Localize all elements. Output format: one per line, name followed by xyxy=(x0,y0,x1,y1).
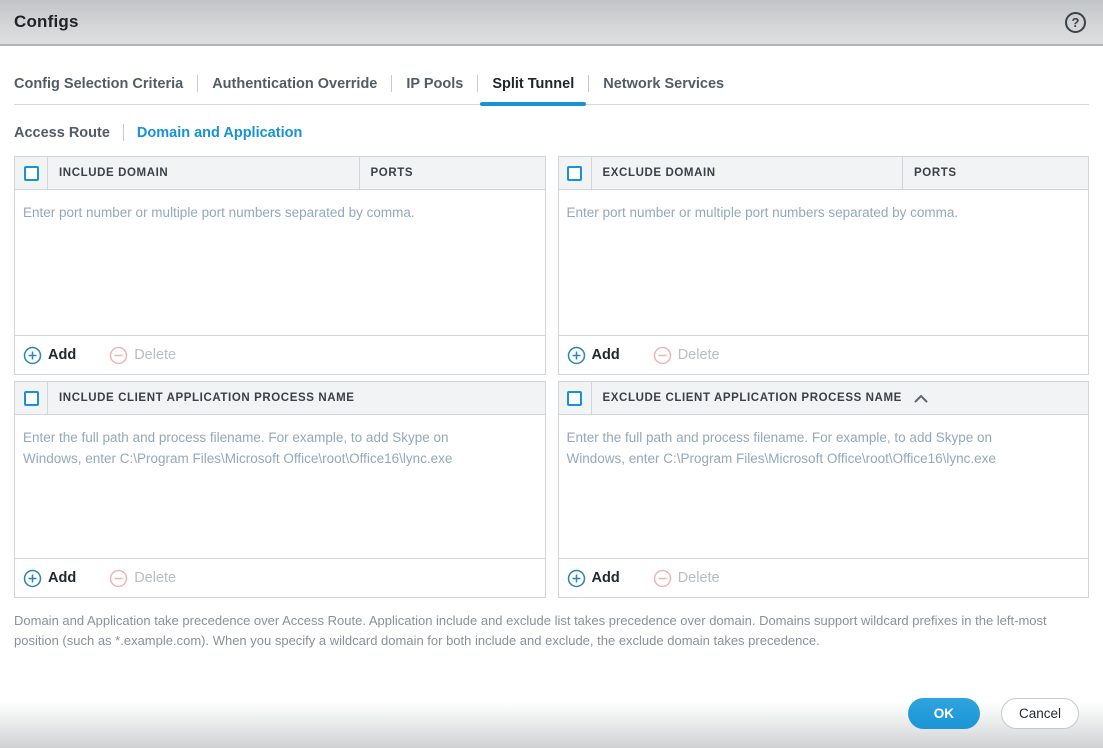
checkbox-cell xyxy=(559,382,592,414)
minus-circle-icon xyxy=(653,569,672,588)
select-all-checkbox[interactable] xyxy=(567,165,582,181)
minus-circle-icon xyxy=(109,569,128,588)
include-domain-table-body: Enter port number or multiple port numbe… xyxy=(15,190,545,335)
configs-dialog: Configs ? Config Selection Criteria Auth… xyxy=(0,0,1103,748)
dialog-titlebar: Configs ? xyxy=(0,0,1103,46)
plus-circle-icon xyxy=(567,346,586,365)
dialog-content: Config Selection Criteria Authentication… xyxy=(0,75,1103,651)
select-all-checkbox[interactable] xyxy=(567,390,582,406)
exclude-client-app-header: EXCLUDE CLIENT APPLICATION PROCESS NAME xyxy=(558,382,1089,415)
column-header-include-domain: INCLUDE DOMAIN xyxy=(59,167,169,179)
table-placeholder: Enter port number or multiple port numbe… xyxy=(23,205,415,220)
include-domain-panel: INCLUDE DOMAIN PORTS Enter port number o… xyxy=(14,156,546,375)
subtab-bar: Access Route Domain and Application xyxy=(14,124,1089,141)
dialog-title: Configs xyxy=(14,12,79,31)
delete-button-label: Delete xyxy=(677,347,720,363)
delete-button[interactable]: Delete xyxy=(109,569,176,588)
delete-button[interactable]: Delete xyxy=(653,346,720,365)
help-icon[interactable]: ? xyxy=(1065,11,1086,33)
add-button-label: Add xyxy=(591,570,620,586)
column-header-ports: PORTS xyxy=(358,157,545,189)
table-placeholder: Enter port number or multiple port numbe… xyxy=(566,205,959,220)
minus-circle-icon xyxy=(109,346,128,365)
add-button-label: Add xyxy=(591,347,620,363)
checkbox-cell xyxy=(15,382,48,414)
table-placeholder: Enter the full path and process filename… xyxy=(23,430,453,466)
chevron-up-icon[interactable] xyxy=(914,394,928,403)
add-button-label: Add xyxy=(48,570,77,586)
ok-button[interactable]: OK xyxy=(907,698,980,729)
checkbox-cell xyxy=(559,157,592,189)
exclude-client-app-footer: Add Delete xyxy=(558,558,1088,597)
exclude-domain-header: EXCLUDE DOMAIN PORTS xyxy=(558,157,1088,190)
add-button[interactable]: Add xyxy=(567,346,620,365)
delete-button-label: Delete xyxy=(134,570,177,586)
include-client-app-table-body: Enter the full path and process filename… xyxy=(15,415,545,558)
subtab-domain-and-application[interactable]: Domain and Application xyxy=(124,125,315,141)
include-client-app-panel: INCLUDE CLIENT APPLICATION PROCESS NAME … xyxy=(14,381,546,598)
select-all-checkbox[interactable] xyxy=(23,390,39,406)
add-button[interactable]: Add xyxy=(23,346,76,365)
minus-circle-icon xyxy=(653,346,672,365)
add-button[interactable]: Add xyxy=(567,569,620,588)
table-placeholder: Enter the full path and process filename… xyxy=(566,430,996,466)
delete-button[interactable]: Delete xyxy=(653,569,720,588)
add-button[interactable]: Add xyxy=(23,569,76,588)
column-header-exclude-client-app: EXCLUDE CLIENT APPLICATION PROCESS NAME xyxy=(592,382,1089,414)
select-all-checkbox[interactable] xyxy=(23,165,39,181)
tab-authentication-override[interactable]: Authentication Override xyxy=(198,76,391,92)
tab-bar: Config Selection Criteria Authentication… xyxy=(14,75,1089,106)
cancel-button[interactable]: Cancel xyxy=(1000,698,1079,729)
column-header-ports: PORTS xyxy=(902,157,1088,189)
include-domain-header: INCLUDE DOMAIN PORTS xyxy=(15,157,545,190)
tab-ip-pools[interactable]: IP Pools xyxy=(392,76,477,92)
column-header-label: EXCLUDE CLIENT APPLICATION PROCESS NAME xyxy=(602,392,902,404)
exclude-domain-footer: Add Delete xyxy=(558,335,1088,374)
exclude-domain-table-body: Enter port number or multiple port numbe… xyxy=(559,190,1089,335)
plus-circle-icon xyxy=(23,346,42,365)
tab-config-selection-criteria[interactable]: Config Selection Criteria xyxy=(14,76,197,92)
tab-network-services[interactable]: Network Services xyxy=(589,76,738,92)
exclude-client-app-panel: EXCLUDE CLIENT APPLICATION PROCESS NAME … xyxy=(557,381,1089,598)
add-button-label: Add xyxy=(48,347,77,363)
exclude-domain-panel: EXCLUDE DOMAIN PORTS Enter port number o… xyxy=(557,156,1089,375)
include-client-app-footer: Add Delete xyxy=(15,558,545,597)
precedence-footnote: Domain and Application take precedence o… xyxy=(14,613,1047,648)
tab-split-tunnel[interactable]: Split Tunnel xyxy=(478,76,588,106)
include-domain-footer: Add Delete xyxy=(15,335,545,374)
delete-button[interactable]: Delete xyxy=(109,346,176,365)
subtab-access-route[interactable]: Access Route xyxy=(14,125,123,141)
panels-grid: INCLUDE DOMAIN PORTS Enter port number o… xyxy=(14,156,1089,598)
delete-button-label: Delete xyxy=(134,347,177,363)
plus-circle-icon xyxy=(23,569,42,588)
exclude-client-app-table-body: Enter the full path and process filename… xyxy=(559,415,1089,558)
delete-button-label: Delete xyxy=(677,570,720,586)
checkbox-cell xyxy=(15,157,48,189)
dialog-actions: OK Cancel xyxy=(907,698,1079,729)
column-header-exclude-domain: EXCLUDE DOMAIN xyxy=(602,167,716,179)
include-client-app-header: INCLUDE CLIENT APPLICATION PROCESS NAME xyxy=(15,382,545,415)
column-header-include-client-app: INCLUDE CLIENT APPLICATION PROCESS NAME xyxy=(59,392,355,404)
plus-circle-icon xyxy=(567,569,586,588)
